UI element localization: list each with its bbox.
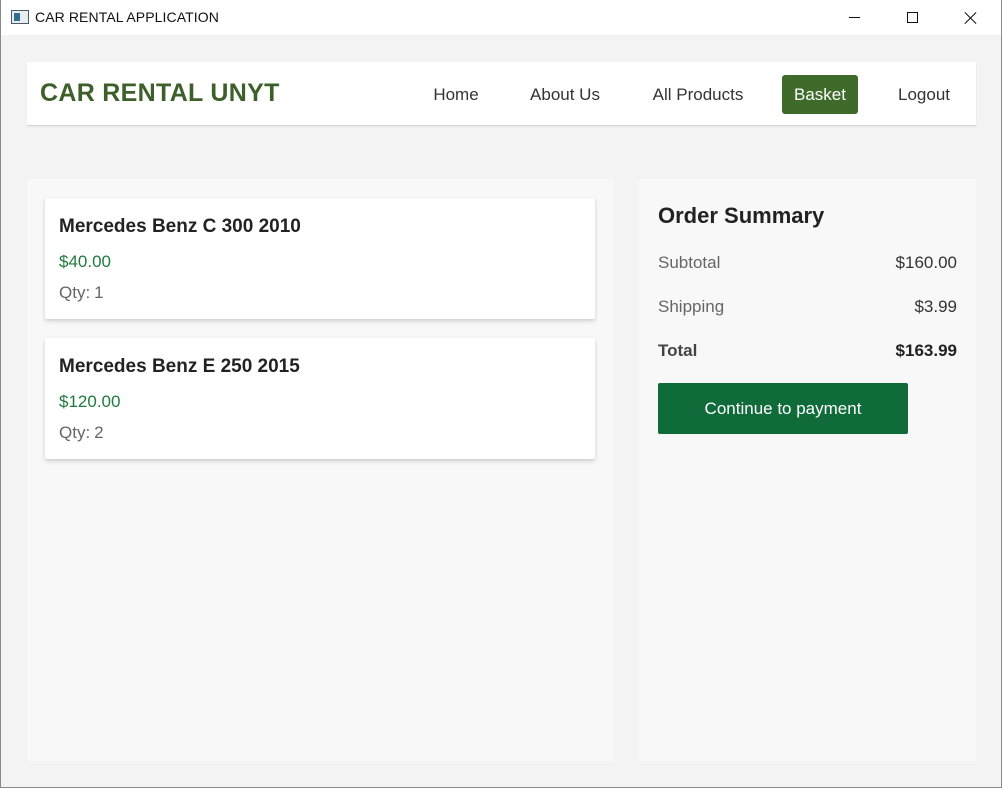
nav-logout-link[interactable]: Logout (889, 75, 959, 114)
cart-item: Mercedes Benz E 250 2015 $120.00 Qty: 2 (45, 338, 595, 459)
navbar: CAR RENTAL UNYT Home About Us All Produc… (27, 62, 976, 126)
order-summary-title: Order Summary (658, 203, 825, 228)
total-label: Total (658, 341, 698, 360)
nav-all-products-link[interactable]: All Products (644, 75, 752, 114)
total-value: $163.99 (895, 341, 957, 360)
cart-item-price: $120.00 (59, 392, 121, 411)
maximize-icon (906, 12, 918, 23)
window-title: CAR RENTAL APPLICATION (35, 9, 219, 25)
subtotal-row: Subtotal $160.00 (658, 253, 957, 277)
minimize-button[interactable] (831, 0, 877, 35)
minimize-icon (848, 17, 860, 18)
cart-item: Mercedes Benz C 300 2010 $40.00 Qty: 1 (45, 198, 595, 319)
shipping-value: $3.99 (914, 297, 957, 316)
quantity-value: 2 (94, 423, 104, 442)
shipping-row: Shipping $3.99 (658, 297, 957, 321)
cart-item-quantity: Qty: 2 (59, 423, 104, 443)
app-window: CAR RENTAL APPLICATION CAR RENTAL UNYT H… (0, 0, 1002, 788)
subtotal-value: $160.00 (895, 253, 957, 272)
cart-items-panel: Mercedes Benz C 300 2010 $40.00 Qty: 1 Me… (27, 179, 614, 761)
nav-home-link[interactable]: Home (425, 75, 487, 114)
close-icon (964, 11, 977, 24)
nav-basket-link[interactable]: Basket (782, 75, 858, 114)
cart-item-name: Mercedes Benz E 250 2015 (59, 356, 300, 377)
quantity-value: 1 (94, 283, 104, 302)
subtotal-label: Subtotal (658, 253, 721, 272)
quantity-label: Qty: (59, 423, 91, 442)
maximize-button[interactable] (889, 0, 935, 35)
shipping-label: Shipping (658, 297, 725, 316)
order-summary-panel: Order Summary Subtotal $160.00 Shipping … (639, 179, 976, 761)
nav-about-us-link[interactable]: About Us (521, 75, 609, 114)
cart-item-name: Mercedes Benz C 300 2010 (59, 216, 301, 237)
title-bar[interactable]: CAR RENTAL APPLICATION (1, 0, 1001, 35)
total-row: Total $163.99 (658, 341, 957, 365)
quantity-label: Qty: (59, 283, 91, 302)
close-button[interactable] (947, 0, 993, 35)
cart-item-price: $40.00 (59, 252, 111, 271)
brand-title: CAR RENTAL UNYT (40, 79, 280, 107)
app-icon (11, 10, 29, 24)
cart-item-quantity: Qty: 1 (59, 283, 104, 303)
continue-to-payment-button[interactable]: Continue to payment (658, 383, 908, 434)
